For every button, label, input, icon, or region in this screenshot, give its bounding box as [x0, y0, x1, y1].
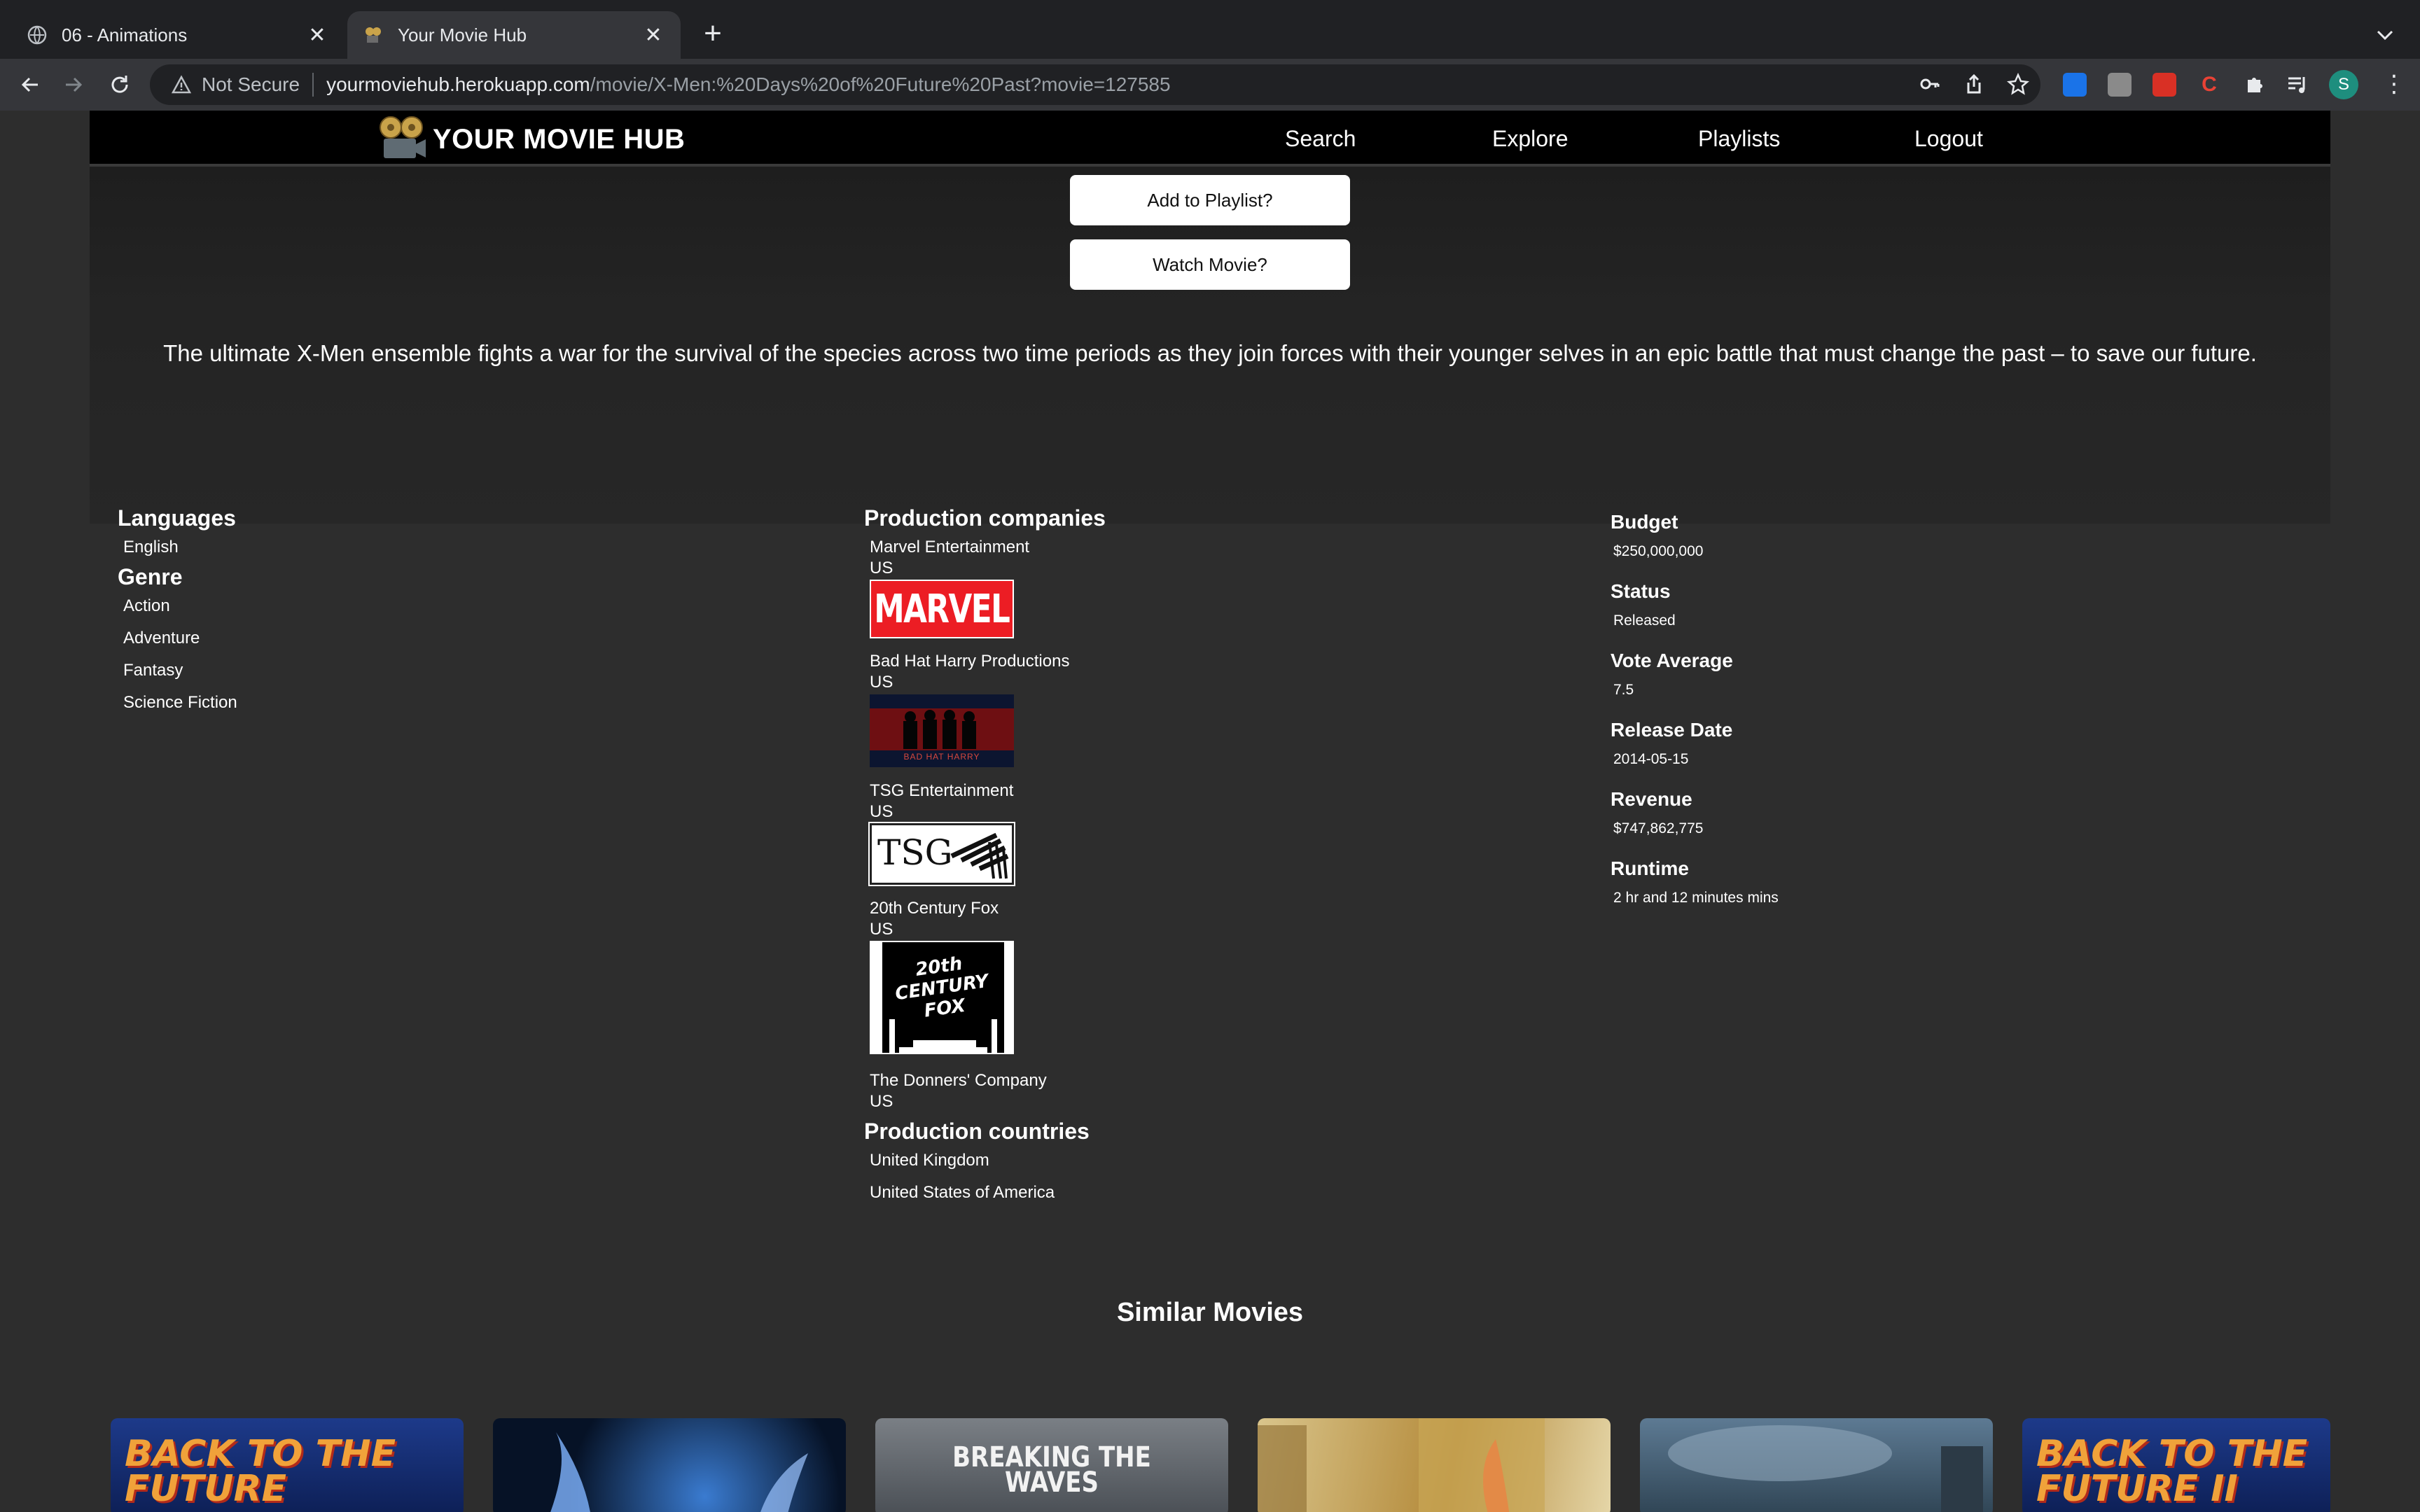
movie-camera-logo-icon — [377, 115, 430, 164]
genre-item: Science Fiction — [123, 693, 237, 712]
brand-title: YOUR MOVIE HUB — [433, 124, 686, 155]
marvel-logo: MARVEL — [870, 580, 1014, 638]
production-countries-heading: Production countries — [864, 1119, 1090, 1144]
company-country: US — [870, 673, 893, 692]
runtime-label: Runtime — [1611, 858, 1689, 879]
tab-search-chevron-icon[interactable] — [2371, 21, 2399, 49]
browser-menu-icon[interactable]: ⋮ — [2379, 70, 2409, 99]
address-divider — [312, 73, 314, 97]
media-control-icon[interactable] — [2286, 73, 2309, 97]
close-tab-icon[interactable]: ✕ — [305, 23, 329, 47]
genre-item: Fantasy — [123, 661, 183, 680]
warning-icon — [171, 74, 192, 95]
site-navbar: YOUR MOVIE HUB Search Explore Playlists … — [90, 111, 2330, 167]
languages-heading: Languages — [118, 505, 236, 531]
company-name: The Donners' Company — [870, 1071, 1047, 1090]
browser-tab-strip: 06 - Animations ✕ Your Movie Hub ✕ + — [0, 0, 2420, 59]
reader-extension-icon[interactable] — [2108, 73, 2132, 97]
production-companies-heading: Production companies — [864, 505, 1106, 531]
company-country: US — [870, 920, 893, 939]
similar-movie-poster[interactable]: BACK TO THE FUTURE II — [2022, 1418, 2330, 1512]
company-name: 20th Century Fox — [870, 899, 999, 918]
tab-title: Your Movie Hub — [398, 24, 527, 46]
address-bar[interactable]: Not Secure yourmoviehub.herokuapp.com/mo… — [150, 64, 2040, 105]
back-arrow-icon[interactable] — [15, 70, 45, 99]
company-country: US — [870, 802, 893, 821]
release-date-value: 2014-05-15 — [1613, 751, 1689, 767]
country-item: United States of America — [870, 1183, 1055, 1202]
genre-heading: Genre — [118, 564, 183, 589]
cloud-extension-icon[interactable] — [2063, 73, 2087, 97]
profile-avatar[interactable]: S — [2329, 70, 2358, 99]
similar-movie-poster[interactable]: BACK TO THE FUTURE — [111, 1418, 464, 1512]
add-to-playlist-button[interactable]: Add to Playlist? — [1070, 175, 1350, 225]
genre-item: Adventure — [123, 629, 200, 648]
company-name: Marvel Entertainment — [870, 538, 1030, 556]
share-icon[interactable] — [1963, 73, 1985, 95]
pdf-extension-icon[interactable] — [2153, 73, 2176, 97]
url-host: yourmoviehub.herokuapp.com — [326, 74, 590, 95]
site-brand[interactable]: YOUR MOVIE HUB — [377, 115, 685, 164]
film-reel-icon — [363, 24, 384, 46]
similar-movie-poster[interactable] — [1640, 1418, 1993, 1512]
status-label: Status — [1611, 580, 1671, 602]
twentieth-century-fox-logo: 20th CENTURY FOX — [870, 941, 1014, 1054]
language-item: English — [123, 538, 179, 556]
company-country: US — [870, 1092, 893, 1111]
bookmark-star-icon[interactable] — [2007, 72, 2029, 95]
genre-item: Action — [123, 596, 170, 615]
browser-tab-animations[interactable]: 06 - Animations ✕ — [11, 11, 345, 59]
forward-arrow-icon[interactable] — [59, 70, 88, 99]
status-value: Released — [1613, 612, 1676, 629]
watch-movie-button[interactable]: Watch Movie? — [1070, 239, 1350, 290]
similar-movie-poster[interactable]: BREAKING THE WAVES — [875, 1418, 1228, 1512]
company-country: US — [870, 559, 893, 578]
globe-icon — [27, 24, 48, 46]
release-date-label: Release Date — [1611, 719, 1733, 741]
nav-explore-link[interactable]: Explore — [1492, 126, 1569, 152]
nav-logout-link[interactable]: Logout — [1914, 126, 1983, 152]
new-tab-button[interactable]: + — [697, 18, 728, 50]
reload-icon[interactable] — [105, 70, 134, 99]
movie-overview: The ultimate X-Men ensemble fights a war… — [163, 340, 2257, 366]
browser-toolbar: Not Secure yourmoviehub.herokuapp.com/mo… — [0, 59, 2420, 111]
bad-hat-harry-logo: BAD HAT HARRY — [870, 694, 1014, 767]
tsg-logo: TSG — [868, 822, 1015, 886]
url-path: /movie/X-Men:%20Days%20of%20Future%20Pas… — [590, 74, 1171, 95]
movie-hero: Add to Playlist? Watch Movie? The ultima… — [90, 167, 2330, 524]
company-name: TSG Entertainment — [870, 781, 1014, 800]
runtime-value: 2 hr and 12 minutes mins — [1613, 890, 1779, 906]
tab-title: 06 - Animations — [62, 24, 188, 46]
similar-movies-heading: Similar Movies — [1116, 1298, 1304, 1327]
nav-search-link[interactable]: Search — [1285, 126, 1356, 152]
country-item: United Kingdom — [870, 1151, 989, 1170]
vote-average-label: Vote Average — [1611, 650, 1733, 671]
similar-movie-poster[interactable] — [1258, 1418, 1611, 1512]
budget-label: Budget — [1611, 511, 1678, 533]
revenue-value: $747,862,775 — [1613, 820, 1704, 836]
revenue-label: Revenue — [1611, 788, 1692, 810]
coupon-extension-icon[interactable]: C — [2197, 73, 2221, 97]
similar-movie-poster[interactable] — [493, 1418, 846, 1512]
vote-average-value: 7.5 — [1613, 682, 1634, 698]
close-tab-icon[interactable]: ✕ — [641, 23, 665, 47]
budget-value: $250,000,000 — [1613, 543, 1704, 559]
key-icon[interactable] — [1919, 73, 1941, 95]
browser-tab-your-movie-hub[interactable]: Your Movie Hub ✕ — [347, 11, 681, 59]
security-label[interactable]: Not Secure — [202, 74, 300, 96]
puzzle-extensions-icon[interactable] — [2242, 73, 2266, 97]
company-name: Bad Hat Harry Productions — [870, 652, 1070, 671]
page-content: YOUR MOVIE HUB Search Explore Playlists … — [0, 111, 2420, 1512]
nav-playlists-link[interactable]: Playlists — [1698, 126, 1780, 152]
